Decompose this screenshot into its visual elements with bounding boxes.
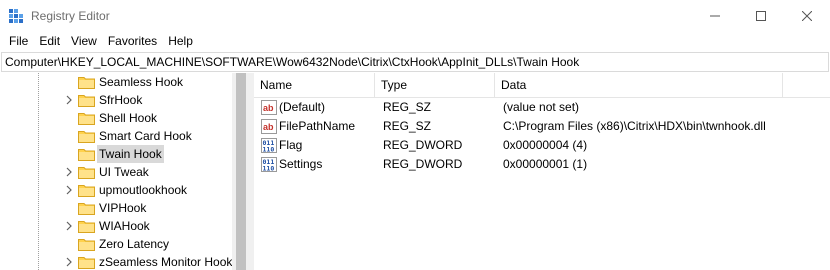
value-name: (Default): [279, 100, 326, 114]
binary-value-icon: 011 110: [261, 157, 277, 172]
tree-item-label: Shell Hook: [99, 111, 158, 125]
chevron-right-icon[interactable]: [65, 257, 73, 267]
chevron-right-icon[interactable]: [65, 95, 73, 105]
tree-item-label: Smart Card Hook: [99, 129, 192, 143]
value-type: REG_DWORD: [383, 138, 463, 152]
menu-bar: File Edit View Favorites Help: [0, 31, 830, 51]
tree-item-label: VIPHook: [99, 201, 147, 215]
tree-item-shell-hook[interactable]: Shell Hook: [0, 109, 232, 127]
tree-item-seamless-hook[interactable]: Seamless Hook: [0, 73, 232, 91]
svg-text:ab: ab: [263, 122, 274, 132]
menu-view[interactable]: View: [66, 31, 102, 51]
folder-icon: [78, 221, 95, 233]
folder-icon: [78, 239, 95, 251]
value-name: FilePathName: [279, 119, 356, 133]
tree-item-label: UI Tweak: [99, 165, 149, 179]
svg-text:110: 110: [263, 146, 275, 154]
folder-icon: [78, 185, 95, 197]
tree-scrollbar[interactable]: [232, 73, 250, 270]
folder-icon: [78, 113, 95, 125]
tree-item-label: Twain Hook: [97, 145, 164, 163]
folder-icon: [78, 203, 95, 215]
folder-icon: [78, 77, 95, 89]
registry-editor-icon: [9, 9, 23, 23]
value-row-filepathname[interactable]: ab FilePathName REG_SZ C:\Program Files …: [254, 117, 830, 135]
column-header-type[interactable]: Type: [375, 73, 495, 98]
close-icon: [802, 10, 812, 21]
maximize-icon: [756, 10, 766, 21]
list-header: Name Type Data: [254, 73, 830, 98]
string-value-icon: ab: [261, 119, 277, 134]
minimize-button[interactable]: [692, 0, 738, 31]
folder-icon: [78, 149, 95, 161]
value-type: REG_SZ: [383, 100, 432, 114]
value-data: 0x00000004 (4): [503, 138, 588, 152]
values-list[interactable]: Name Type Data ab (Default) REG_SZ (valu…: [254, 73, 830, 270]
menu-help[interactable]: Help: [163, 31, 198, 51]
window-title: Registry Editor: [31, 9, 110, 23]
value-row-flag[interactable]: 011 110 Flag REG_DWORD 0x00000004 (4): [254, 136, 830, 154]
folder-icon: [78, 131, 95, 143]
value-type: REG_DWORD: [383, 157, 463, 171]
minimize-icon: [710, 15, 720, 16]
chevron-right-icon[interactable]: [65, 167, 73, 177]
column-header-data[interactable]: Data: [495, 73, 783, 98]
folder-icon: [78, 95, 95, 107]
menu-file[interactable]: File: [4, 31, 33, 51]
address-bar[interactable]: Computer\HKEY_LOCAL_MACHINE\SOFTWARE\Wow…: [1, 52, 829, 72]
tree-item-label: zSeamless Monitor Hook: [99, 255, 233, 269]
tree-item-label: Seamless Hook: [99, 75, 184, 89]
folder-icon: [78, 167, 95, 179]
string-value-icon: ab: [261, 100, 277, 115]
column-header-name[interactable]: Name: [254, 73, 375, 98]
scrollbar-thumb[interactable]: [236, 73, 246, 270]
tree-item-sfrhook[interactable]: SfrHook: [0, 91, 232, 109]
title-bar[interactable]: Registry Editor: [0, 0, 830, 31]
tree-item-upmoutlookhook[interactable]: upmoutlookhook: [0, 181, 232, 199]
value-row-default[interactable]: ab (Default) REG_SZ (value not set): [254, 98, 830, 116]
value-name: Flag: [279, 138, 303, 152]
svg-text:ab: ab: [263, 103, 274, 113]
key-tree[interactable]: Seamless Hook SfrHook Shell Hook Smart C…: [0, 73, 250, 270]
menu-edit[interactable]: Edit: [34, 31, 65, 51]
menu-favorites[interactable]: Favorites: [103, 31, 162, 51]
value-type: REG_SZ: [383, 119, 432, 133]
tree-item-label: upmoutlookhook: [99, 183, 188, 197]
value-name: Settings: [279, 157, 323, 171]
tree-item-label: WIAHook: [99, 219, 150, 233]
chevron-right-icon[interactable]: [65, 185, 73, 195]
value-row-settings[interactable]: 011 110 Settings REG_DWORD 0x00000001 (1…: [254, 155, 830, 173]
tree-item-twain-hook[interactable]: Twain Hook: [0, 145, 232, 163]
tree-item-ui-tweak[interactable]: UI Tweak: [0, 163, 232, 181]
tree-item-zseamless-monitor-hook[interactable]: zSeamless Monitor Hook: [0, 253, 232, 270]
close-button[interactable]: [784, 0, 830, 31]
maximize-button[interactable]: [738, 0, 784, 31]
value-data: C:\Program Files (x86)\Citrix\HDX\bin\tw…: [503, 119, 766, 133]
tree-item-label: SfrHook: [99, 93, 143, 107]
value-data: 0x00000001 (1): [503, 157, 588, 171]
tree-item-zero-latency[interactable]: Zero Latency: [0, 235, 232, 253]
tree-item-label: Zero Latency: [99, 237, 170, 251]
tree-item-wiahook[interactable]: WIAHook: [0, 217, 232, 235]
value-data: (value not set): [503, 100, 580, 114]
binary-value-icon: 011 110: [261, 138, 277, 153]
chevron-right-icon[interactable]: [65, 221, 73, 231]
folder-icon: [78, 257, 95, 269]
svg-text:110: 110: [263, 165, 275, 173]
tree-item-smart-card-hook[interactable]: Smart Card Hook: [0, 127, 232, 145]
tree-item-viphook[interactable]: VIPHook: [0, 199, 232, 217]
